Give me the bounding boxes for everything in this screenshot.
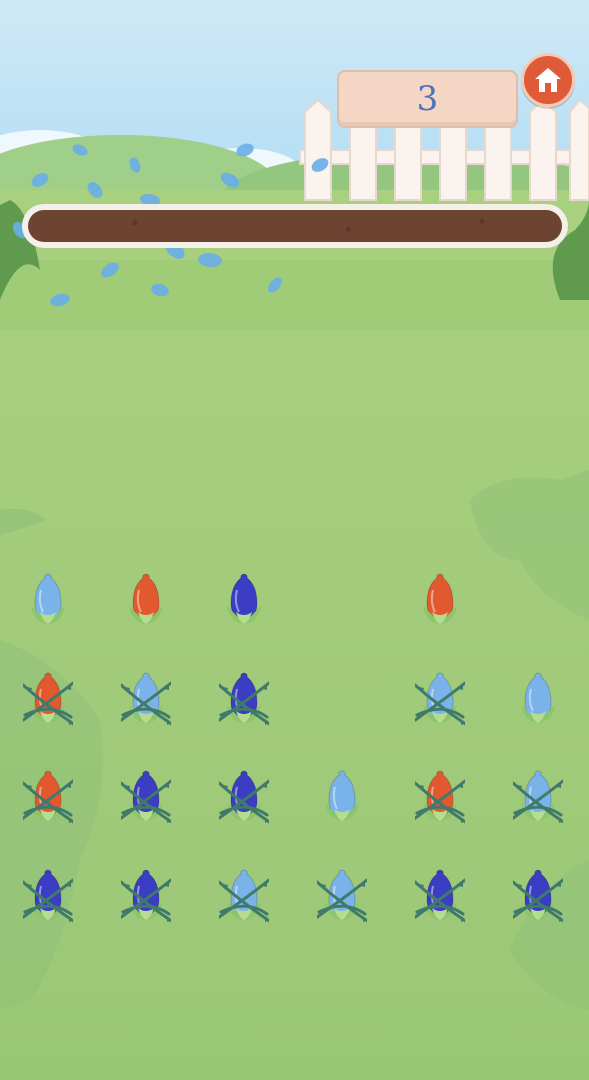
tangled-bud-icon xyxy=(219,672,269,726)
tangled-bud-icon xyxy=(23,672,73,726)
score-sign: 3 xyxy=(337,70,518,128)
soil-progress-bar xyxy=(22,204,568,248)
tangled-flower-bud[interactable] xyxy=(513,767,563,833)
tangled-bud-icon xyxy=(121,770,171,824)
tangled-bud-icon xyxy=(415,672,465,726)
garden-background xyxy=(0,0,589,1080)
tangled-flower-bud[interactable] xyxy=(219,866,269,932)
tangled-flower-bud[interactable] xyxy=(415,669,465,735)
bud-icon xyxy=(521,672,555,723)
tangled-bud-icon xyxy=(317,869,367,923)
tangled-flower-bud[interactable] xyxy=(219,669,269,735)
flower-bud[interactable] xyxy=(513,669,563,735)
tangled-flower-bud[interactable] xyxy=(23,669,73,735)
tangled-flower-bud[interactable] xyxy=(513,866,563,932)
tangled-bud-icon xyxy=(513,869,563,923)
flower-bud[interactable] xyxy=(121,570,171,636)
tangled-bud-icon xyxy=(121,672,171,726)
tangled-bud-icon xyxy=(23,770,73,824)
flower-bud[interactable] xyxy=(415,570,465,636)
flower-bud[interactable] xyxy=(23,570,73,636)
tangled-bud-icon xyxy=(23,869,73,923)
tangled-bud-icon xyxy=(513,770,563,824)
bud-icon xyxy=(31,573,65,624)
flower-bud[interactable] xyxy=(219,570,269,636)
tangled-bud-icon xyxy=(121,869,171,923)
tangled-bud-icon xyxy=(219,869,269,923)
tangled-flower-bud[interactable] xyxy=(23,866,73,932)
score-value: 3 xyxy=(416,79,439,119)
tangled-flower-bud[interactable] xyxy=(415,866,465,932)
soil-bed xyxy=(28,210,562,242)
tangled-flower-bud[interactable] xyxy=(219,767,269,833)
flower-bud[interactable] xyxy=(317,767,367,833)
tangled-bud-icon xyxy=(219,770,269,824)
bud-icon xyxy=(423,573,457,624)
tangled-bud-icon xyxy=(415,770,465,824)
tangled-flower-bud[interactable] xyxy=(121,866,171,932)
tangled-flower-bud[interactable] xyxy=(121,767,171,833)
tangled-flower-bud[interactable] xyxy=(23,767,73,833)
home-button[interactable] xyxy=(521,53,575,107)
home-icon xyxy=(535,68,561,92)
tangled-flower-bud[interactable] xyxy=(415,767,465,833)
tangled-flower-bud[interactable] xyxy=(317,866,367,932)
tangled-flower-bud[interactable] xyxy=(121,669,171,735)
tangled-bud-icon xyxy=(415,869,465,923)
bud-icon xyxy=(227,573,261,624)
bud-icon xyxy=(129,573,163,624)
bud-icon xyxy=(325,770,359,821)
